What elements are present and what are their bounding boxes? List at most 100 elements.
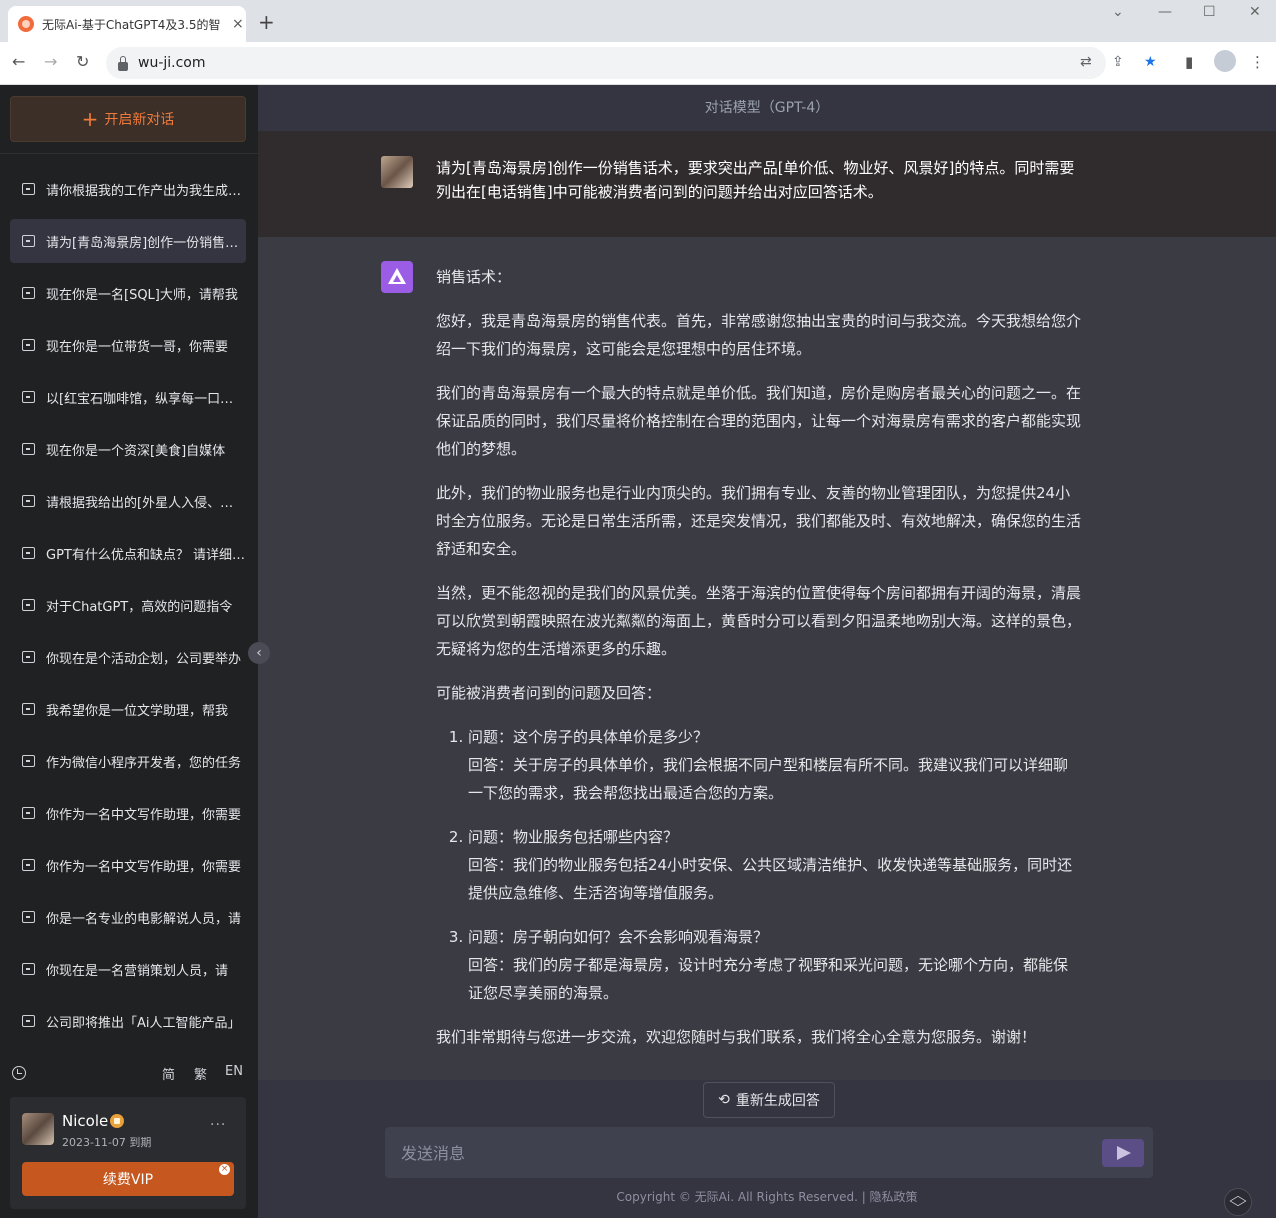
answer-closing: 我们非常期待与您进一步交流，欢迎您随时与我们联系，我们将全心全意为您服务。谢谢！ — [436, 1028, 1037, 1046]
back-arrow-icon[interactable]: ← — [12, 52, 25, 71]
address-bar[interactable]: wu-ji.com ⇄ ⇪ ★ — [106, 47, 1157, 79]
more-icon[interactable]: ··· — [210, 1117, 226, 1133]
qa-item: 问题：物业服务包括哪些内容？ 回答：我们的物业服务包括24小时安保、公共区域清洁维… — [468, 823, 1081, 907]
new-tab-button[interactable]: + — [258, 10, 275, 34]
lang-simplified-button[interactable]: 简 — [162, 1064, 175, 1083]
user-avatar — [381, 156, 413, 188]
chat-bubble-icon — [22, 183, 35, 195]
regenerate-label: 重新生成回答 — [735, 1093, 820, 1109]
question: 问题：这个房子的具体单价是多少？ — [468, 728, 709, 746]
conversation-item[interactable]: 公司即将推出「Ai人工智能产品」 — [10, 999, 246, 1043]
chat-bubble-icon — [22, 495, 35, 507]
chat-bubble-icon — [22, 911, 35, 923]
answer-paragraph: 此外，我们的物业服务也是行业内顶尖的。我们拥有专业、友善的物业管理团队，为您提供… — [436, 484, 1082, 558]
side-panel-icon[interactable]: ▮ — [1185, 53, 1193, 71]
chat-bubble-icon — [22, 703, 35, 715]
reload-icon[interactable]: ↻ — [76, 52, 89, 71]
qa-heading: 可能被消费者问到的问题及回答： — [436, 684, 662, 702]
conversation-item-active[interactable]: 请为[青岛海景房]创作一份销售话术 — [10, 219, 246, 263]
chat-bubble-icon — [22, 391, 35, 403]
chat-bubble-icon — [22, 1015, 35, 1027]
forward-arrow-icon[interactable]: → — [44, 52, 57, 71]
profile-icon[interactable] — [1214, 50, 1236, 72]
conversation-item[interactable]: 你作为一名中文写作助理，你需要 — [10, 843, 246, 887]
minimize-button[interactable]: — — [1158, 4, 1172, 20]
sidebar: + 开启新对话 请你根据我的工作产出为我生成一份周报 请为[青岛海景房]创作一份… — [0, 85, 258, 1218]
avatar[interactable] — [22, 1113, 54, 1145]
chat-bubble-icon — [22, 287, 35, 299]
user-name: Nicole — [62, 1112, 109, 1130]
chat-bubble-icon — [22, 963, 35, 975]
renew-vip-button[interactable]: 续费VIP — [22, 1162, 234, 1196]
chat-area: 对话模型（GPT-4） 请为[青岛海景房]创作一份销售话术，要求突出产品[单价低… — [258, 85, 1276, 1218]
assistant-message-text: 销售话术： 您好，我是青岛海景房的销售代表。首先，非常感谢您抽出宝贵的时间与我交… — [436, 263, 1081, 1067]
browser-tab[interactable]: 无际Ai-基于ChatGPT4及3.5的智 × — [8, 6, 246, 42]
chat-bubble-icon — [22, 547, 35, 559]
answer: 回答：关于房子的具体单价，我们会根据不同户型和楼层有所不同。我建议我们可以详细聊… — [468, 756, 1069, 802]
divider — [0, 153, 258, 154]
new-chat-button[interactable]: + 开启新对话 — [10, 96, 246, 142]
share-icon[interactable]: ⇪ — [1112, 54, 1124, 70]
site-favicon-icon — [18, 16, 34, 32]
window-close-button[interactable]: ✕ — [1249, 4, 1261, 20]
close-icon[interactable]: × — [219, 1164, 230, 1175]
tab-title: 无际Ai-基于ChatGPT4及3.5的智 — [42, 17, 221, 32]
question: 问题：物业服务包括哪些内容？ — [468, 828, 679, 846]
conversation-item[interactable]: 请根据我给出的[外星人入侵、地球] — [10, 479, 246, 523]
tab-search-icon[interactable]: ⌄ — [1112, 4, 1124, 20]
translate-icon[interactable]: ⇄ — [1080, 54, 1092, 70]
chat-bubble-icon — [22, 755, 35, 767]
chrome-menu-icon[interactable]: ⋮ — [1250, 53, 1265, 71]
bookmark-star-icon[interactable]: ★ — [1144, 54, 1157, 70]
refresh-icon: ⟲ — [718, 1092, 730, 1108]
conversation-item[interactable]: 你是一名专业的电影解说人员，请 — [10, 895, 246, 939]
url-text[interactable]: wu-ji.com — [138, 55, 206, 71]
conversation-list: 请你根据我的工作产出为我生成一份周报 请为[青岛海景房]创作一份销售话术 现在你… — [10, 167, 246, 1051]
message-input[interactable] — [399, 1127, 1093, 1180]
conversation-item[interactable]: 请你根据我的工作产出为我生成一份周报 — [10, 167, 246, 211]
conversation-item[interactable]: 你现在是一名营销策划人员，请 — [10, 947, 246, 991]
chat-bubble-icon — [22, 651, 35, 663]
conversation-item[interactable]: 对于ChatGPT，高效的问题指令 — [10, 583, 246, 627]
user-message: 请为[青岛海景房]创作一份销售话术，要求突出产品[单价低、物业好、风景好]的特点… — [258, 131, 1276, 237]
chat-bubble-icon — [22, 599, 35, 611]
chat-bubble-icon — [22, 859, 35, 871]
send-button[interactable] — [1102, 1139, 1144, 1167]
user-message-text: 请为[青岛海景房]创作一份销售话术，要求突出产品[单价低、物业好、风景好]的特点… — [436, 159, 1075, 201]
lang-english-button[interactable]: EN — [225, 1064, 243, 1079]
vip-badge-icon — [110, 1114, 124, 1128]
page-title: 对话模型（GPT-4） — [704, 100, 830, 116]
assistant-message: 销售话术： 您好，我是青岛海景房的销售代表。首先，非常感谢您抽出宝贵的时间与我交… — [258, 237, 1276, 1216]
conversation-item[interactable]: 以[红宝石咖啡馆，纵享每一口的美好] — [10, 375, 246, 419]
regenerate-button[interactable]: ⟲ 重新生成回答 — [703, 1082, 835, 1118]
tab-close-icon[interactable]: × — [232, 16, 244, 32]
answer-heading: 销售话术： — [436, 268, 512, 286]
answer: 回答：我们的房子都是海景房，设计时充分考虑了视野和采光问题，无论哪个方向，都能保… — [468, 956, 1069, 1002]
answer-paragraph: 您好，我是青岛海景房的销售代表。首先，非常感谢您抽出宝贵的时间与我交流。今天我想… — [436, 312, 1082, 358]
maximize-button[interactable]: ☐ — [1203, 4, 1216, 20]
plus-icon: + — [81, 107, 99, 131]
chat-bubble-icon — [22, 443, 35, 455]
conversation-item[interactable]: 你作为一名中文写作助理，你需要 — [10, 791, 246, 835]
assistant-logo-icon — [381, 261, 413, 293]
question: 问题：房子朝向如何？会不会影响观看海景？ — [468, 928, 769, 946]
user-card: Nicole 2023-11-07 到期 ··· 续费VIP × — [10, 1097, 246, 1209]
conversation-item[interactable]: 现在你是一位带货一哥，你需要 — [10, 323, 246, 367]
conversation-item[interactable]: 现在你是一名[SQL]大师，请帮我 — [10, 271, 246, 315]
conversation-item[interactable]: 你现在是个活动企划，公司要举办 — [10, 635, 246, 679]
history-icon[interactable] — [12, 1066, 26, 1080]
new-chat-label: 开启新对话 — [104, 112, 175, 128]
browser-toolbar: ← → ↻ wu-ji.com ⇄ ⇪ ★ ▮ ⋮ — [0, 42, 1276, 85]
qa-item: 问题：这个房子的具体单价是多少？ 回答：关于房子的具体单价，我们会根据不同户型和楼… — [468, 723, 1081, 807]
qa-item: 问题：房子朝向如何？会不会影响观看海景？ 回答：我们的房子都是海景房，设计时充分考… — [468, 923, 1081, 1007]
conversation-item[interactable]: 现在你是一个资深[美食]自媒体 — [10, 427, 246, 471]
answer: 回答：我们的物业服务包括24小时安保、公共区域清洁维护、收发快递等基础服务，同时… — [468, 856, 1073, 902]
chat-bubble-icon — [22, 339, 35, 351]
conversation-item[interactable]: GPT有什么优点和缺点？ 请详细说明 — [10, 531, 246, 575]
lang-traditional-button[interactable]: 繁 — [194, 1064, 207, 1083]
message-input-box — [385, 1127, 1153, 1180]
collapse-sidebar-icon[interactable]: ‹ — [248, 642, 270, 664]
conversation-item[interactable]: 我希望你是一位文学助理，帮我 — [10, 687, 246, 731]
conversation-item[interactable]: 作为微信小程序开发者，您的任务 — [10, 739, 246, 783]
language-row: 简 繁 EN — [0, 1062, 258, 1086]
